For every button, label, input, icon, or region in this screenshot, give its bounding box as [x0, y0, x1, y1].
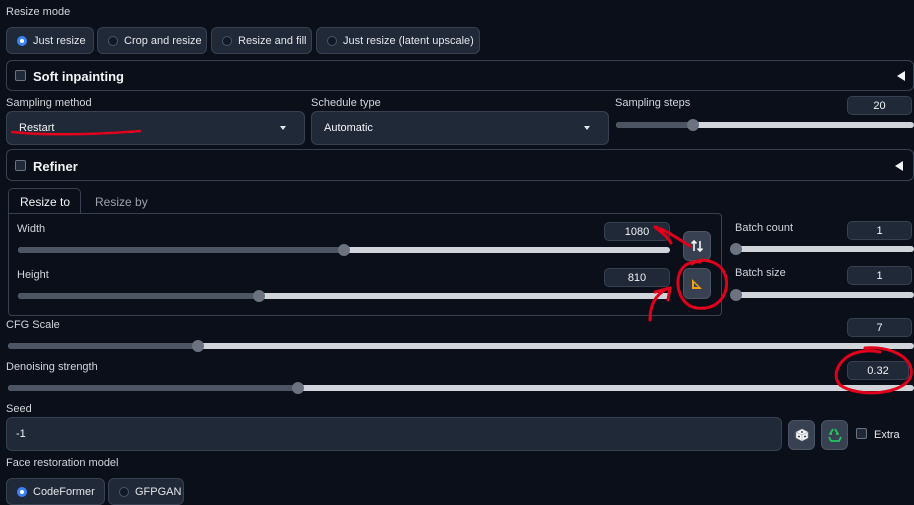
annotation-strokes — [10, 129, 913, 395]
arrow-annotation-height — [648, 286, 672, 322]
arrow-annotation-width — [653, 225, 692, 248]
underline-annotation — [10, 129, 142, 136]
circle-annotation-aspect — [676, 258, 728, 310]
annotation-overlay — [10, 129, 913, 395]
circle-annotation-denoising — [834, 346, 913, 395]
